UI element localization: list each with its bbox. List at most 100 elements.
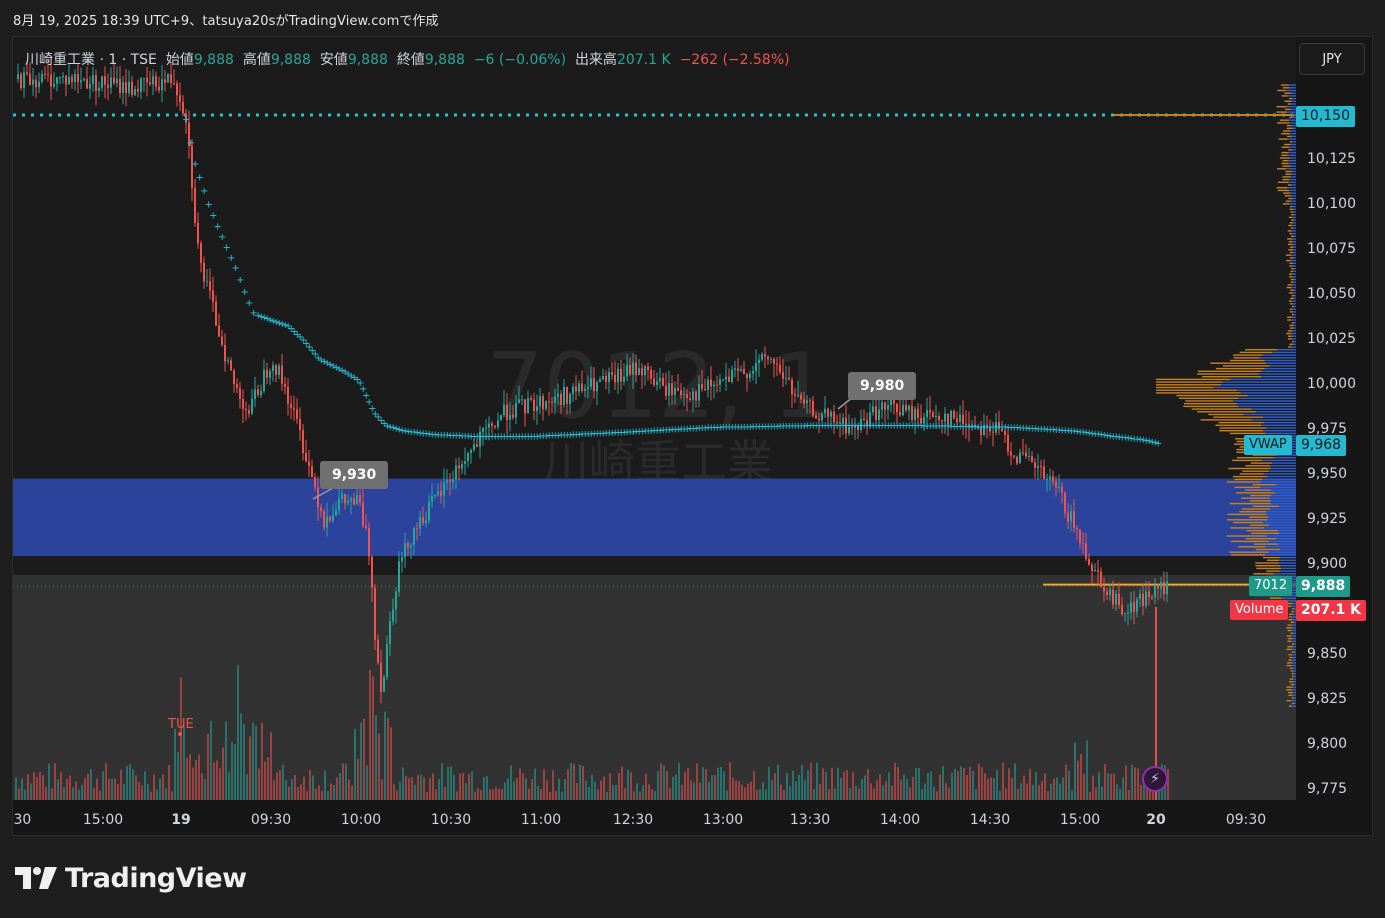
volume-bar xyxy=(561,791,563,800)
volume-profile-bar-up xyxy=(1249,524,1270,526)
candle-body xyxy=(1142,593,1144,606)
candle-body xyxy=(149,82,151,85)
candle-body xyxy=(539,396,541,407)
volume-bar xyxy=(504,782,506,800)
candle-body xyxy=(395,591,397,610)
volume-bar xyxy=(1107,773,1109,800)
symbol-legend[interactable]: 川崎重工業 · 1 · TSE 始値9,888 高値9,888 安値9,888 … xyxy=(25,49,790,69)
volume-profile-bar-down xyxy=(1276,538,1296,540)
volume-profile-bar-up xyxy=(1287,646,1293,648)
tradingview-logo-icon xyxy=(15,867,57,889)
candle-body xyxy=(248,410,250,414)
candle-body xyxy=(677,387,679,391)
symbol-label-tag: 7012 xyxy=(1249,575,1293,596)
vwap-label-tag: VWAP xyxy=(1244,434,1292,455)
volume-profile-bar-down xyxy=(1261,459,1296,462)
volume-bar xyxy=(165,788,167,800)
candle-body xyxy=(74,74,76,82)
volume-profile-bar-up xyxy=(1288,705,1292,707)
low-price-callout[interactable]: 9,930 xyxy=(320,461,389,489)
volume-profile-bar-up xyxy=(1289,222,1294,224)
candle-body xyxy=(707,379,709,391)
lightning-icon[interactable]: ⚡ xyxy=(1142,766,1168,792)
volume-profile-bar-up xyxy=(1289,343,1294,345)
candle-body xyxy=(446,480,448,483)
candle-body xyxy=(794,394,796,396)
volume-profile-bar-up xyxy=(1281,162,1289,165)
volume-bar xyxy=(162,774,164,800)
volume-profile-bar-down xyxy=(1265,362,1296,364)
currency-button[interactable]: JPY xyxy=(1299,43,1365,75)
volume-profile-bar-up xyxy=(1279,119,1290,121)
high-price-callout[interactable]: 9,980 xyxy=(848,372,917,400)
price-line-tag[interactable]: 10,150 xyxy=(1296,106,1355,127)
candle-body xyxy=(797,394,799,396)
volume-profile-bar-up xyxy=(1282,165,1292,167)
candle-body xyxy=(896,403,898,413)
volume-profile-bar-down xyxy=(1288,160,1296,162)
volume-bar xyxy=(1044,773,1046,800)
plot-area[interactable]: 7012, 1 川崎重工業 + + + + + + + + + + + + + + + + + + + + + + + + + +… xyxy=(13,37,1296,800)
chart-pane[interactable]: 7012, 1 川崎重工業 + + + + + + + + + + + + + + + + + + + + + + + + + +… xyxy=(12,36,1373,836)
candle-body xyxy=(485,427,487,429)
volume-bar xyxy=(681,785,683,800)
volume-profile-bar-up xyxy=(1156,381,1223,383)
candle-body xyxy=(59,76,61,78)
volume-bar xyxy=(228,772,230,800)
candle-body xyxy=(140,78,142,92)
volume-bar xyxy=(111,778,113,800)
candle-body xyxy=(329,516,331,521)
volume-bar xyxy=(909,786,911,800)
volume-profile-bar-down xyxy=(1270,502,1296,505)
volume-profile-bar-up xyxy=(1291,697,1295,699)
volume-bar xyxy=(330,783,332,800)
volume-bar xyxy=(645,773,647,800)
volume-bar xyxy=(1098,772,1100,800)
volume-bar xyxy=(129,764,131,800)
volume-bar xyxy=(378,733,380,800)
candle-body xyxy=(236,384,238,389)
candle-body xyxy=(431,496,433,503)
vwap-point: + xyxy=(214,221,222,232)
volume-profile-bar-up xyxy=(1289,613,1294,615)
candle-body xyxy=(296,409,298,420)
volume-profile-bar-up xyxy=(1289,667,1293,669)
candle-body xyxy=(1037,466,1039,468)
candle-body xyxy=(773,358,775,364)
volume-value-tag: 207.1 K xyxy=(1296,599,1367,621)
volume-bar xyxy=(615,784,617,800)
volume-profile-bar-up xyxy=(1290,270,1293,273)
candle-body xyxy=(167,74,169,83)
price-axis[interactable]: 10,125 10,100 10,075 10,050 10,025 10,000 9,97… xyxy=(1296,37,1372,800)
volume-bar xyxy=(450,766,452,800)
candle-body xyxy=(281,365,283,384)
volume-profile-bar-up xyxy=(1286,664,1292,667)
tradingview-logo[interactable]: TradingView xyxy=(15,862,247,894)
candle-body xyxy=(332,515,334,521)
volume-bar xyxy=(528,788,530,800)
candle-body xyxy=(632,362,634,375)
volume-bar xyxy=(687,768,689,800)
candle-body xyxy=(1154,584,1156,598)
volume-bar xyxy=(363,718,365,800)
volume-profile-bar-up xyxy=(1255,565,1281,567)
time-tick-label: 09:30 xyxy=(250,812,292,828)
volume-profile-bar-down xyxy=(1261,424,1296,426)
candle-body xyxy=(56,77,58,84)
candle-body xyxy=(548,401,550,403)
time-axis[interactable]: :30 15:00 19 09:30 10:00 10:30 11:00 12:30 13:00… xyxy=(13,800,1372,835)
price-tick-label: 9,825 xyxy=(1307,691,1348,707)
candle-body xyxy=(389,621,391,645)
candle-body xyxy=(1016,456,1018,464)
volume-bar xyxy=(651,789,653,800)
volume-profile-bar-up xyxy=(1281,154,1288,156)
candle-body xyxy=(299,419,301,430)
volume-profile-bar-up xyxy=(1197,411,1257,413)
price-chart-svg[interactable]: ++++++++++++++++++++++++++++++++++++++++… xyxy=(13,37,1296,800)
volume-bar xyxy=(663,765,665,800)
candle-body xyxy=(356,495,358,505)
volume-bar xyxy=(819,784,821,800)
candle-body xyxy=(404,543,406,558)
volume-bar xyxy=(540,788,542,800)
candle-body xyxy=(1010,451,1012,456)
